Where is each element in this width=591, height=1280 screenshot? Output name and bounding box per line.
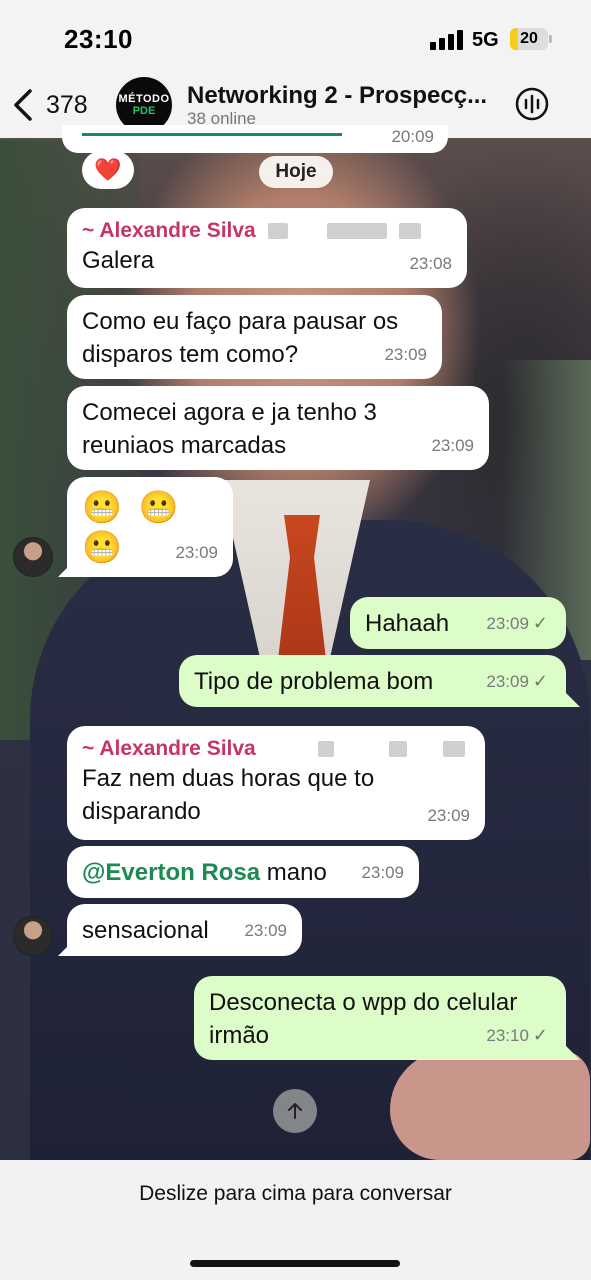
reaction-badge[interactable]: ❤️ bbox=[82, 151, 134, 189]
message-bubble[interactable]: Comecei agora e ja tenho 3 reuniaos marc… bbox=[67, 386, 489, 470]
message-bubble-outgoing[interactable]: Desconecta o wpp do celular irmão 23:10 ✓ bbox=[194, 976, 566, 1060]
bottom-bar[interactable]: Deslize para cima para conversar bbox=[0, 1160, 591, 1280]
network-type: 5G bbox=[472, 29, 499, 51]
home-indicator[interactable] bbox=[190, 1260, 400, 1267]
message-bubble[interactable]: ~ Alexandre Silva Faz nem duas horas que… bbox=[67, 726, 485, 840]
battery-cap bbox=[549, 35, 552, 43]
grimacing-face-icon: 😬 bbox=[138, 489, 183, 525]
status-time: 23:10 bbox=[64, 24, 133, 54]
sent-check-icon: ✓ bbox=[532, 613, 548, 633]
message-time: 23:09 bbox=[175, 543, 218, 562]
message-bubble-outgoing[interactable]: Tipo de problema bom 23:09 ✓ bbox=[179, 655, 566, 707]
message-time: 23:09 bbox=[244, 921, 287, 940]
back-unread-count[interactable]: 378 bbox=[46, 91, 88, 120]
message-text-line: disparos tem como? bbox=[82, 341, 299, 368]
message-time: 23:09 bbox=[427, 806, 470, 825]
message-bubble-outgoing[interactable]: Hahaah 23:09 ✓ bbox=[350, 597, 566, 649]
message-bubble[interactable]: Como eu faço para pausar os disparos tem… bbox=[67, 295, 442, 379]
date-separator: Hoje bbox=[259, 156, 333, 188]
message-bubble[interactable]: @Everton Rosa mano 23:09 bbox=[67, 846, 419, 898]
group-name[interactable]: Networking 2 - Prospecç... bbox=[187, 82, 497, 110]
sent-check-icon: ✓ bbox=[532, 1025, 548, 1045]
message-text-line: reuniaos marcadas bbox=[82, 432, 287, 459]
heart-icon: ❤️ bbox=[94, 157, 122, 182]
message-text-line: disparando bbox=[82, 798, 201, 825]
message-time: 23:09 bbox=[361, 863, 404, 882]
battery-icon: 20 bbox=[510, 28, 548, 50]
sent-check-icon: ✓ bbox=[532, 671, 548, 691]
scroll-up-button[interactable] bbox=[273, 1089, 317, 1133]
message-time: 23:09 ✓ bbox=[486, 613, 548, 633]
grimacing-face-icon: 😬 bbox=[82, 529, 126, 565]
message-bubble[interactable]: 😬 😬 😬 23:09 bbox=[67, 477, 233, 577]
message-time: 23:08 bbox=[409, 254, 452, 273]
message-text-line: Comecei agora e ja tenho 3 bbox=[82, 399, 377, 426]
user-mention[interactable]: @Everton Rosa bbox=[82, 859, 260, 886]
arrow-up-icon bbox=[288, 1103, 302, 1119]
message-text-line: Como eu faço para pausar os bbox=[82, 308, 399, 335]
sender-avatar[interactable] bbox=[13, 916, 53, 956]
sender-name[interactable]: ~ Alexandre Silva bbox=[82, 736, 470, 762]
swipe-up-prompt[interactable]: Deslize para cima para conversar bbox=[0, 1182, 591, 1206]
message-bubble[interactable]: sensacional 23:09 bbox=[67, 904, 302, 956]
message-text: Galera bbox=[82, 247, 155, 274]
signal-icon bbox=[430, 30, 464, 50]
message-time: 23:09 bbox=[431, 436, 474, 455]
background-hand bbox=[390, 1050, 590, 1160]
link-underline bbox=[82, 133, 342, 136]
sender-name[interactable]: ~ Alexandre Silva bbox=[82, 218, 452, 244]
message-time: 23:10 ✓ bbox=[486, 1025, 548, 1045]
group-avatar-subtext: PDE bbox=[132, 105, 156, 117]
message-text-line: Faz nem duas horas que to bbox=[82, 765, 375, 792]
message-time: 20:09 bbox=[391, 127, 434, 146]
battery-level: 20 bbox=[520, 30, 538, 47]
message-text-line: Desconecta o wpp do celular bbox=[209, 989, 518, 1016]
message-bubble[interactable]: ~ Alexandre Silva Galera 23:08 bbox=[67, 208, 467, 288]
message-text: @Everton Rosa mano bbox=[82, 859, 327, 886]
message-time: 23:09 bbox=[384, 345, 427, 364]
chevron-left-icon[interactable] bbox=[12, 87, 34, 123]
sender-avatar[interactable] bbox=[13, 537, 53, 577]
audio-waveform-icon[interactable] bbox=[514, 86, 550, 122]
grimacing-face-icon: 😬 bbox=[82, 489, 126, 525]
status-bar: 23:10 5G 20 bbox=[0, 0, 591, 75]
group-avatar-text: MÉTODO bbox=[118, 93, 170, 105]
message-time: 23:09 ✓ bbox=[486, 671, 548, 691]
previous-message-partial[interactable]: 20:09 bbox=[62, 125, 448, 153]
